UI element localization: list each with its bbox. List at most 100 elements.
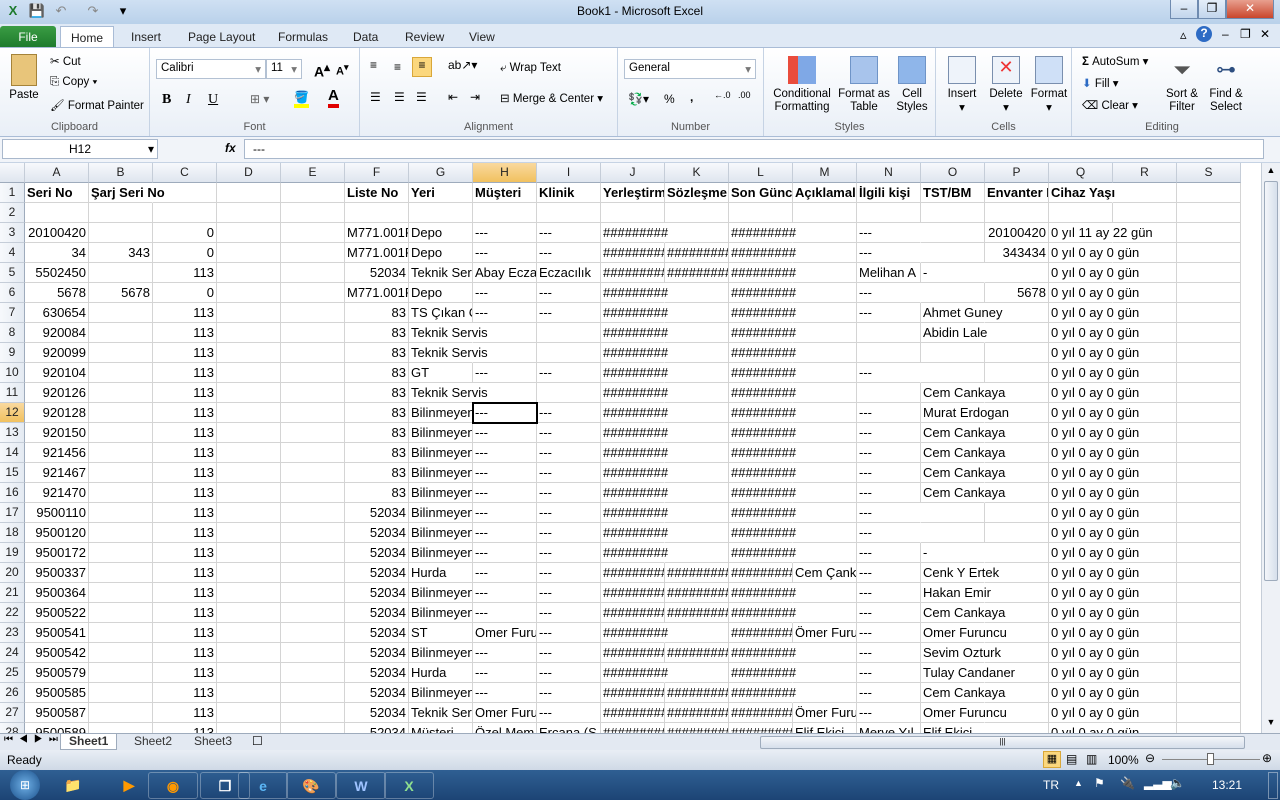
cell-O20[interactable]: Cenk Y Ertek [921, 563, 999, 583]
column-header-E[interactable]: E [281, 163, 345, 183]
percent-button[interactable]: % [664, 92, 675, 106]
row-header-26[interactable]: 26 [0, 683, 25, 703]
cell-I23[interactable]: --- [537, 623, 601, 643]
cell-C23[interactable]: 113 [153, 623, 217, 643]
cell-G17[interactable]: Bilinmeyen [409, 503, 473, 523]
cell-S9[interactable] [1177, 343, 1241, 363]
cell-E8[interactable] [281, 323, 345, 343]
sort-filter-button[interactable]: ⏷ Sort & Filter [1160, 56, 1204, 114]
cell-K3[interactable] [665, 223, 729, 243]
bold-button[interactable]: B [162, 92, 171, 108]
zoom-in-icon[interactable]: ⊕ [1262, 751, 1272, 765]
cell-R1[interactable] [1113, 183, 1177, 203]
cell-O4[interactable] [921, 243, 985, 263]
cell-P17[interactable] [985, 503, 1049, 523]
cell-K16[interactable] [665, 483, 729, 503]
cell-L28[interactable]: ######### [729, 723, 793, 733]
cell-O3[interactable] [921, 223, 985, 243]
cell-S23[interactable] [1177, 623, 1241, 643]
cell-N21[interactable]: --- [857, 583, 921, 603]
cell-B20[interactable] [89, 563, 153, 583]
cell-O2[interactable] [921, 203, 985, 223]
row-header-21[interactable]: 21 [0, 583, 25, 603]
cell-J9[interactable]: ######### [601, 343, 668, 363]
cell-B9[interactable] [89, 343, 153, 363]
cell-N28[interactable]: Merve Yıl [857, 723, 921, 733]
cell-F12[interactable]: 83 [345, 403, 409, 423]
cell-M23[interactable]: Ömer Furuncu [793, 623, 857, 643]
tab-insert[interactable]: Insert [121, 26, 171, 48]
cell-Q5[interactable]: 0 yıl 0 ay 0 gün [1049, 263, 1139, 283]
cell-A28[interactable]: 9500589 [25, 723, 89, 733]
cell-H20[interactable]: --- [473, 563, 537, 583]
sheet-tab-sheet1[interactable]: Sheet1 [60, 734, 118, 750]
cell-E24[interactable] [281, 643, 345, 663]
clear-button[interactable]: ⌫ Clear ▾ [1082, 98, 1138, 112]
cell-A1[interactable]: Seri No [25, 183, 89, 203]
cell-C6[interactable]: 0 [153, 283, 217, 303]
cell-D13[interactable] [217, 423, 281, 443]
cell-D26[interactable] [217, 683, 281, 703]
cell-F16[interactable]: 83 [345, 483, 409, 503]
cell-F17[interactable]: 52034 [345, 503, 409, 523]
cell-D20[interactable] [217, 563, 281, 583]
cell-M8[interactable] [793, 323, 857, 343]
top-align-icon[interactable]: ≡ [370, 58, 377, 72]
cell-S6[interactable] [1177, 283, 1241, 303]
cell-I8[interactable] [537, 323, 601, 343]
cell-J27[interactable]: ######### [601, 703, 665, 723]
cell-G12[interactable]: Bilinmeyen [409, 403, 473, 423]
orientation-icon[interactable]: ab↗▾ [448, 58, 477, 72]
cell-F11[interactable]: 83 [345, 383, 409, 403]
cell-S1[interactable] [1177, 183, 1241, 203]
cell-B1[interactable]: Şarj Seri No [89, 183, 165, 203]
cell-G11[interactable]: Teknik Servis [409, 383, 488, 403]
minimize-button[interactable]: – [1170, 0, 1198, 19]
cell-J21[interactable]: ######### [601, 583, 665, 603]
cell-I27[interactable]: --- [537, 703, 601, 723]
font-name-select[interactable]: Calibri ▾ [156, 59, 266, 79]
cell-A25[interactable]: 9500579 [25, 663, 89, 683]
cell-M14[interactable] [793, 443, 857, 463]
action-center-icon[interactable]: ⚑ [1094, 776, 1105, 790]
cell-M27[interactable]: Ömer Furuncu [793, 703, 857, 723]
cell-E27[interactable] [281, 703, 345, 723]
cell-G13[interactable]: Bilinmeyen [409, 423, 473, 443]
workbook-minimize-icon[interactable]: – [1222, 27, 1229, 41]
cell-G21[interactable]: Bilinmeyen [409, 583, 473, 603]
cell-D25[interactable] [217, 663, 281, 683]
cell-K24[interactable]: ######### [665, 643, 729, 663]
tab-page-layout[interactable]: Page Layout [178, 26, 265, 48]
cell-C5[interactable]: 113 [153, 263, 217, 283]
row-header-6[interactable]: 6 [0, 283, 25, 303]
cell-Q16[interactable]: 0 yıl 0 ay 0 gün [1049, 483, 1139, 503]
cell-J19[interactable]: ######### [601, 543, 668, 563]
cell-I21[interactable]: --- [537, 583, 601, 603]
cell-N23[interactable]: --- [857, 623, 921, 643]
cell-J1[interactable]: Yerleştirm [601, 183, 665, 203]
wrap-text-button[interactable]: ⤶ Wrap Text [500, 62, 561, 75]
find-select-button[interactable]: ⊶ Find & Select [1204, 56, 1248, 114]
cell-G4[interactable]: Depo [409, 243, 473, 263]
cell-P21[interactable] [985, 583, 1049, 603]
cell-L19[interactable]: ######### [729, 543, 796, 563]
tab-data[interactable]: Data [343, 26, 388, 48]
row-header-1[interactable]: 1 [0, 183, 25, 203]
cell-M6[interactable] [793, 283, 857, 303]
cell-D7[interactable] [217, 303, 281, 323]
cell-M26[interactable] [793, 683, 857, 703]
cell-F6[interactable]: M771.001F [345, 283, 409, 303]
cell-K25[interactable] [665, 663, 729, 683]
cell-O25[interactable]: Tulay Candaner [921, 663, 1015, 683]
cell-A3[interactable]: 20100420 [25, 223, 89, 243]
grow-font-icon[interactable]: A▴ [314, 60, 330, 80]
align-right-icon[interactable]: ☰ [416, 90, 427, 104]
cell-C2[interactable] [153, 203, 217, 223]
cell-Q3[interactable]: 0 yıl 11 ay 22 gün [1049, 223, 1153, 243]
cell-Q2[interactable] [1049, 203, 1113, 223]
cell-M9[interactable] [793, 343, 857, 363]
cell-B11[interactable] [89, 383, 153, 403]
cell-K7[interactable] [665, 303, 729, 323]
cell-F26[interactable]: 52034 [345, 683, 409, 703]
cell-S15[interactable] [1177, 463, 1241, 483]
